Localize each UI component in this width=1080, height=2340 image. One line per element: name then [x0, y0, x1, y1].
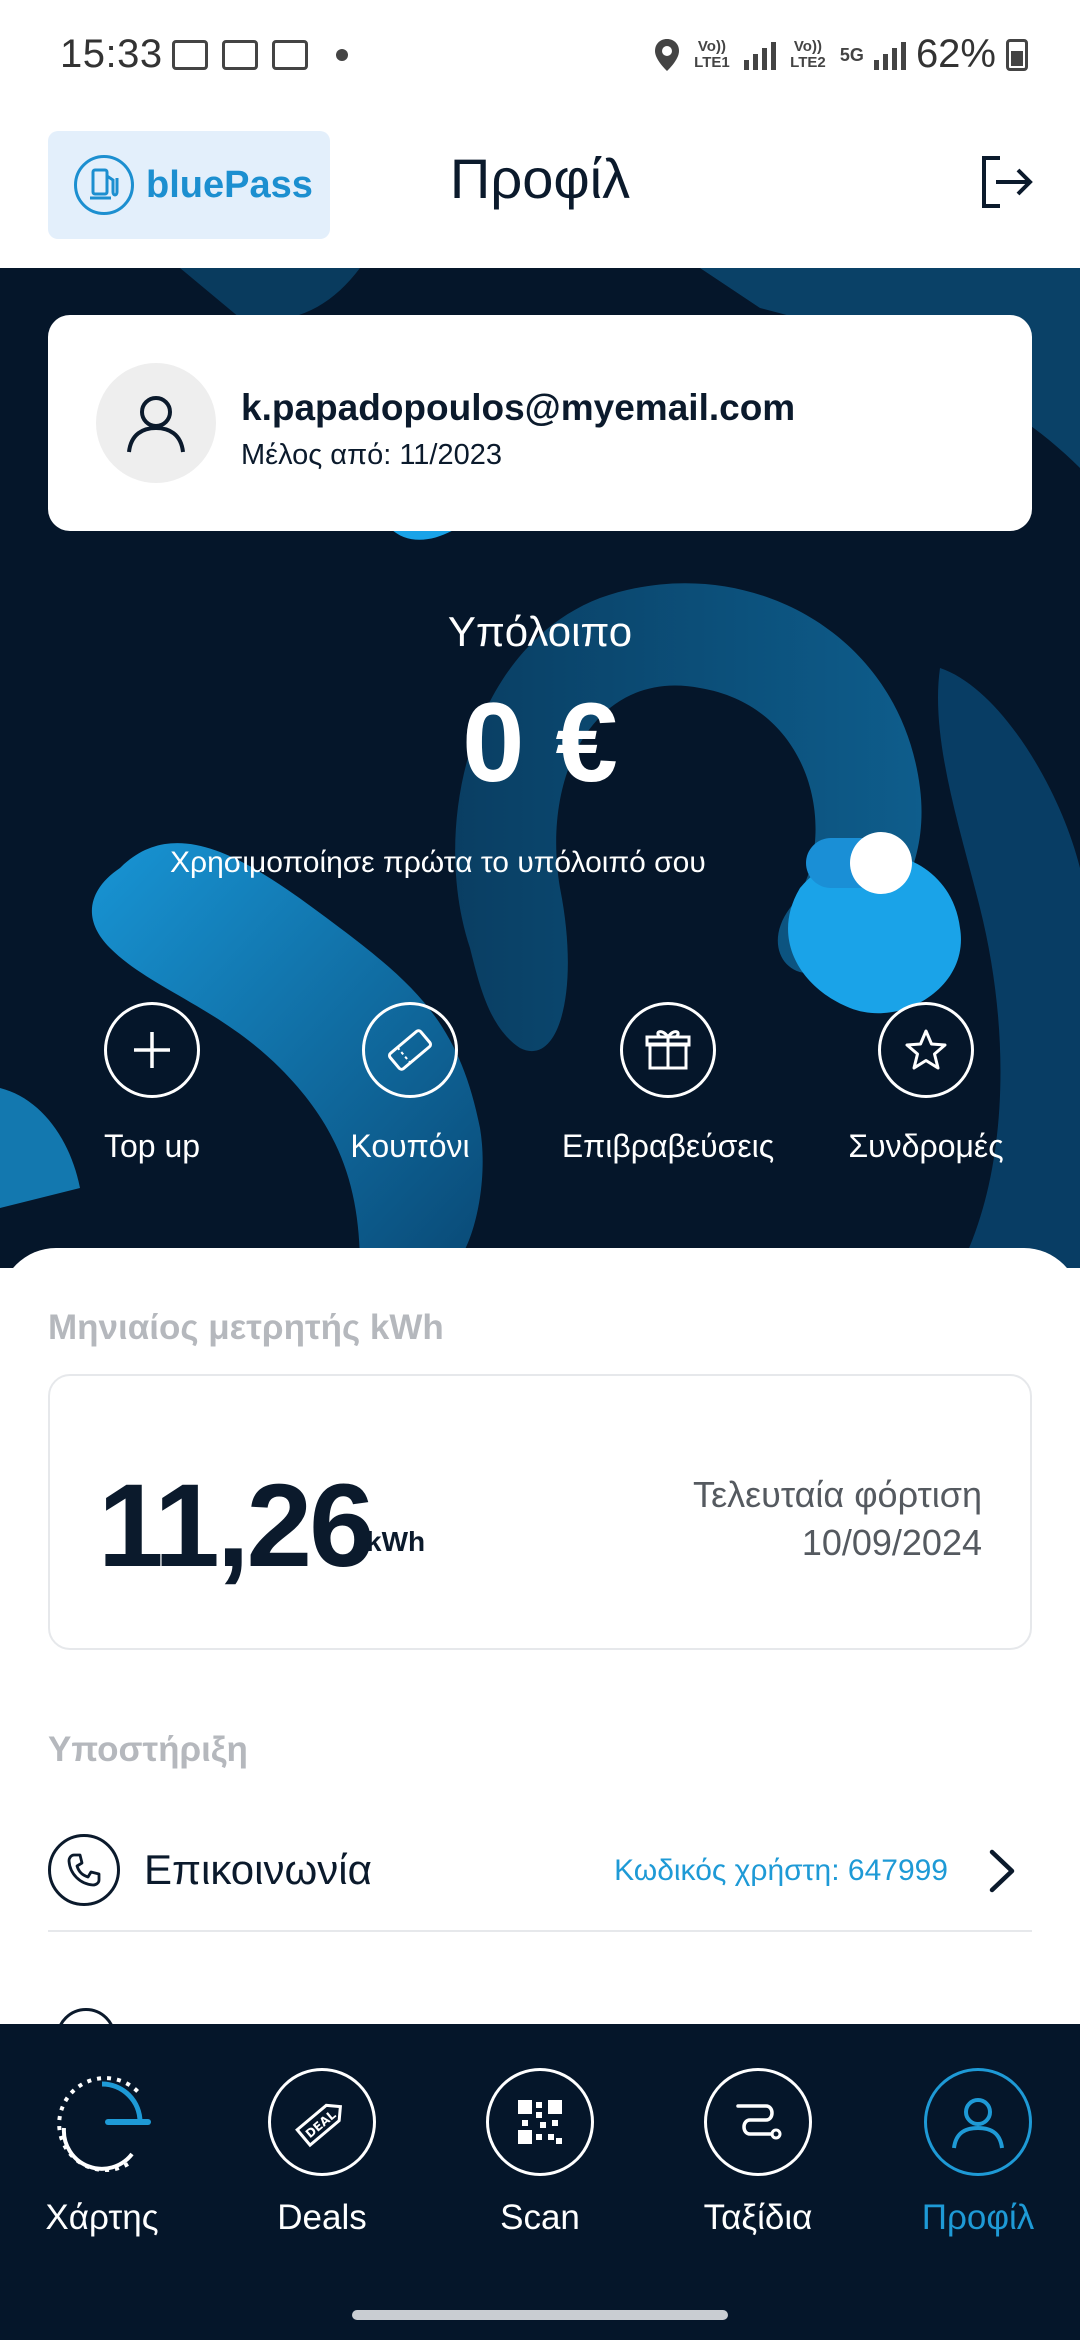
deal-tag-icon: DEAL: [268, 2068, 376, 2176]
user-code: Κωδικός χρήστη: 647999: [614, 1854, 948, 1887]
notification-icons: [172, 40, 348, 70]
app-header: bluePass Προφίλ: [0, 116, 1080, 268]
home-gesture-bar[interactable]: [352, 2310, 728, 2320]
nav-label: Deals: [277, 2198, 367, 2237]
star-icon: [878, 1002, 974, 1098]
action-label: Κουπόνι: [350, 1128, 470, 1164]
use-balance-label: Χρησιμοποίησε πρώτα το υπόλοιπό σου: [170, 846, 706, 879]
bottom-navigation: Χάρτης DEAL Deals Scan Ταξίδια Προφίλ: [0, 2024, 1080, 2294]
video-notification-icon: [172, 40, 208, 70]
sim1-network: Vo)) LTE1: [694, 37, 730, 71]
5g-indicator: 5G: [839, 44, 864, 65]
last-charge-date: 10/09/2024: [801, 1522, 982, 1563]
nav-profile[interactable]: Προφίλ: [870, 2068, 1080, 2238]
action-subscriptions[interactable]: Συνδρομές: [796, 1002, 1056, 1165]
profile-content: Μηνιαίος μετρητής kWh 11,26 kWh Τελευταί…: [0, 1248, 1080, 2068]
nav-map[interactable]: Χάρτης: [0, 2068, 210, 2238]
gesture-area: [0, 2294, 1080, 2340]
avatar: [96, 363, 216, 483]
kwh-card: 11,26 kWh Τελευταία φόρτιση 10/09/2024: [48, 1374, 1032, 1650]
balance-hero: k.papadopoulos@myemail.com Μέλος από: 11…: [0, 268, 1080, 1268]
use-balance-toggle[interactable]: [806, 832, 912, 894]
contact-row[interactable]: Επικοινωνία Κωδικός χρήστη: 647999: [48, 1834, 1032, 1932]
last-charge-label: Τελευταία φόρτιση: [693, 1474, 982, 1515]
nav-scan[interactable]: Scan: [432, 2068, 648, 2238]
phone-icon: [48, 1834, 120, 1906]
quick-actions: Top up Κουπόνι Επιβραβεύσεις Συνδρομές: [0, 1002, 1080, 1182]
user-icon: [924, 2068, 1032, 2176]
action-coupon[interactable]: Κουπόνι: [280, 1002, 540, 1165]
action-top-up[interactable]: Top up: [22, 1002, 282, 1165]
toggle-knob: [850, 832, 912, 894]
user-card[interactable]: k.papadopoulos@myemail.com Μέλος από: 11…: [48, 315, 1032, 531]
sim2-network: Vo)) LTE2: [790, 37, 826, 71]
nav-label: Scan: [500, 2198, 580, 2237]
gift-icon: [620, 1002, 716, 1098]
nav-label: Προφίλ: [921, 2198, 1035, 2237]
action-label: Επιβραβεύσεις: [561, 1128, 775, 1164]
calendar-notification-icon: [222, 40, 258, 70]
nav-deals[interactable]: DEAL Deals: [214, 2068, 430, 2238]
plus-icon: [104, 1002, 200, 1098]
status-right: Vo)) LTE1 Vo)) LTE2 5G 62%: [654, 32, 1028, 77]
balance-label: Υπόλοιπο: [447, 608, 633, 655]
nav-trips[interactable]: Ταξίδια: [650, 2068, 866, 2238]
action-rewards[interactable]: Επιβραβεύσεις: [538, 1002, 798, 1165]
qr-code-icon: [486, 2068, 594, 2176]
status-time: 15:33: [60, 32, 163, 76]
page-title: Προφίλ: [449, 147, 631, 210]
coupon-icon: [362, 1002, 458, 1098]
battery-percent: 62%: [915, 32, 996, 76]
monthly-section-title: Μηνιαίος μετρητής kWh: [48, 1308, 444, 1347]
contact-label: Επικοινωνία: [144, 1846, 372, 1893]
battery-icon: [1006, 38, 1028, 71]
kwh-unit: kWh: [366, 1526, 426, 1557]
more-notifications-icon: [336, 49, 348, 61]
logout-icon[interactable]: [976, 152, 1036, 212]
user-email: k.papadopoulos@myemail.com: [241, 387, 796, 428]
chevron-right-icon: [989, 1849, 1015, 1893]
user-avatar-icon: [127, 396, 185, 453]
location-icon: [654, 38, 679, 71]
sim2-signal-icon: [873, 40, 906, 70]
sim1-signal-icon: [743, 40, 776, 70]
map-gauge-icon: [48, 2068, 156, 2176]
action-label: Top up: [103, 1128, 201, 1164]
action-label: Συνδρομές: [848, 1128, 1004, 1164]
status-bar: 15:33 Vo)) LTE1 Vo)) LTE2 5G 62%: [0, 0, 1080, 116]
nav-label: Ταξίδια: [703, 2198, 813, 2237]
support-section-title: Υποστήριξη: [48, 1730, 248, 1769]
nav-label: Χάρτης: [45, 2198, 159, 2237]
member-since: Μέλος από: 11/2023: [241, 439, 502, 471]
balance-value: 0 €: [462, 680, 618, 805]
kwh-value: 11,26: [98, 1460, 375, 1592]
route-icon: [704, 2068, 812, 2176]
outlook-notification-icon: [272, 40, 308, 70]
